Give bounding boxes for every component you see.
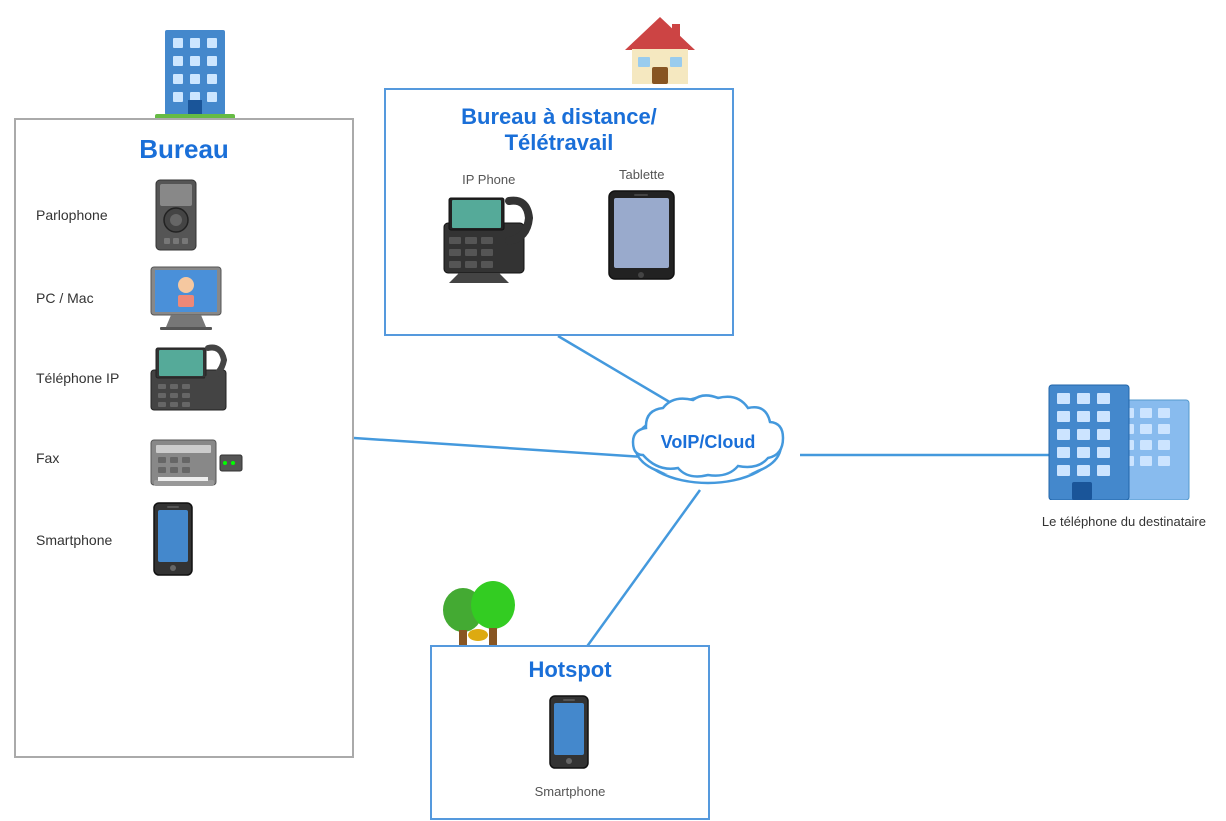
tablet-icon bbox=[604, 188, 679, 283]
bureau-item-parlophone: Parlophone bbox=[36, 175, 332, 255]
remote-item-ipphone: IP Phone bbox=[439, 172, 539, 288]
bureau-item-telephone-ip: Téléphone IP bbox=[36, 340, 332, 415]
bureau-box: Bureau Parlophone PC / Mac bbox=[14, 118, 354, 758]
bureau-item-fax: Fax bbox=[36, 425, 332, 490]
telephone-ip-icon bbox=[146, 340, 241, 415]
remote-item-tablet: Tablette bbox=[604, 167, 679, 288]
pcmac-label: PC / Mac bbox=[36, 290, 136, 306]
hotspot-box: Hotspot Smartphone bbox=[430, 645, 710, 820]
smartphone-label: Smartphone bbox=[36, 532, 136, 548]
tablet-label: Tablette bbox=[604, 167, 679, 182]
remote-items-list: IP Phone bbox=[386, 157, 732, 298]
parlophone-icon bbox=[146, 175, 206, 255]
smartphone-icon bbox=[146, 500, 201, 580]
telephone-ip-label: Téléphone IP bbox=[36, 370, 136, 386]
hotspot-smartphone-label: Smartphone bbox=[535, 784, 606, 799]
fax-icon bbox=[146, 425, 246, 490]
parlophone-label: Parlophone bbox=[36, 207, 136, 223]
hotspot-item-smartphone: Smartphone bbox=[535, 693, 606, 799]
trees-icon bbox=[438, 580, 538, 655]
hotspot-items-list: Smartphone bbox=[432, 683, 708, 809]
destination-area: Le téléphone du destinataire bbox=[1042, 370, 1206, 531]
bureau-items-list: Parlophone PC / Mac bbox=[16, 165, 352, 600]
destination-label: Le téléphone du destinataire bbox=[1042, 513, 1206, 531]
svg-text:VoIP/Cloud: VoIP/Cloud bbox=[661, 432, 756, 452]
hotspot-title: Hotspot bbox=[432, 647, 708, 683]
bureau-title: Bureau bbox=[16, 120, 352, 165]
house-icon bbox=[620, 12, 700, 92]
ipphone-label: IP Phone bbox=[439, 172, 539, 187]
remote-box: Bureau à distance/Télétravail IP Phone bbox=[384, 88, 734, 336]
destination-building-icon bbox=[1044, 370, 1204, 500]
remote-title: Bureau à distance/Télétravail bbox=[386, 90, 732, 157]
ipphone-icon bbox=[439, 193, 539, 283]
pcmac-icon bbox=[146, 265, 236, 330]
bureau-item-smartphone: Smartphone bbox=[36, 500, 332, 580]
hotspot-smartphone-icon bbox=[542, 693, 597, 773]
voip-cloud: VoIP/Cloud bbox=[618, 390, 798, 505]
bureau-building-icon bbox=[155, 10, 235, 125]
fax-label: Fax bbox=[36, 450, 136, 466]
bureau-item-pcmac: PC / Mac bbox=[36, 265, 332, 330]
